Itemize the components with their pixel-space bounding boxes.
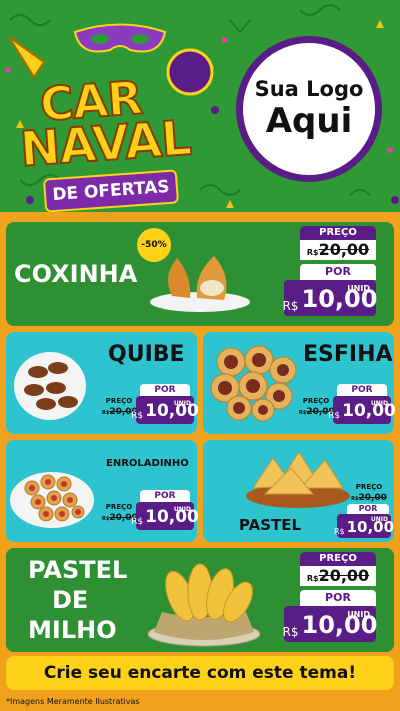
old-price: R$20,00 [351,493,387,503]
new-price: R$ 10,00 UNID [333,514,395,538]
product-name: QUIBE [108,342,185,367]
product-card-coxinha: COXINHA PREÇO R$20,00 POR R$ 10,00 UNID [6,222,394,326]
logo-line1: Sua Logo [254,77,364,101]
product-card-enroladinho: ENROLADINHO POR PREÇO R$20,00 R$ 10,00 UNI… [6,440,199,542]
old-price: R$20,00 [300,240,376,260]
cta-text: Crie seu encarte com este tema! [43,663,357,683]
product-card-pastel: PASTEL PREÇO R$20,00 POR R$ 10,00 UNID [203,440,394,542]
product-card-quibe: QUIBE POR PREÇO R$20,00 R$ 10,00 UNID [6,332,199,434]
product-name: COXINHA [14,260,138,288]
por-label: POR [300,590,376,606]
product-card-esfiha: ESFIHA POR PREÇO R$20,00 R$ 10,00 UNID [203,332,396,434]
por-label: POR [347,504,389,514]
product-name: ENROLADINHO [106,458,189,469]
product-name-line1: PASTEL [28,556,128,584]
title-ribbon: DE OFERTAS [42,169,180,212]
new-price: R$ 10,00 UNID [328,396,396,424]
new-price: R$ 10,00 UNID [283,606,377,642]
title-line2: NAVAL [17,109,193,179]
preco-label: PREÇO [302,397,330,405]
por-label: POR [337,384,387,396]
preco-label: PREÇO [300,226,376,240]
product-name: ESFIHA [303,342,393,367]
por-label: POR [300,264,376,280]
carnaval-title: CAR NAVAL DE OFERTAS [8,20,230,212]
esfiha-image [210,345,297,422]
enroladinho-image [10,472,94,528]
ribbon-text: DE OFERTAS [51,176,171,206]
cta-banner[interactable]: Crie seu encarte com este tema! [6,656,394,690]
logo-line2: Aqui [265,101,353,141]
new-price: R$ 10,00 UNID [131,396,199,424]
quibe-image [14,352,86,420]
old-price: R$20,00 [300,566,376,586]
product-name: PASTEL [239,516,302,534]
mask-icon [73,23,167,53]
logo-placeholder[interactable]: Sua Logo Aqui [236,36,382,182]
product-name-line2: DE [52,586,89,614]
preco-label: PREÇO [105,397,133,405]
new-price: R$ 10,00 UNID [131,502,199,530]
pastel-de-milho-image [147,563,261,647]
header: CAR NAVAL DE OFERTAS Sua Logo Aqui [0,0,400,212]
preco-label: PREÇO [105,503,133,511]
preco-label: PREÇO [355,483,383,491]
pastel-image [246,451,350,508]
new-price: R$ 10,00 UNID [283,280,377,316]
product-card-pastel-de-milho: PASTEL DE MILHO PREÇO R$20,00 POR R$ 10,0… [6,548,394,652]
product-name-line3: MILHO [28,616,117,644]
por-label: POR [140,384,190,396]
footnote: *Imagens Meramente Ilustrativas [6,697,140,706]
trumpet-icon [166,48,214,96]
por-label: POR [140,490,190,502]
discount-badge: -50% [137,228,171,262]
preco-label: PREÇO [300,552,376,566]
